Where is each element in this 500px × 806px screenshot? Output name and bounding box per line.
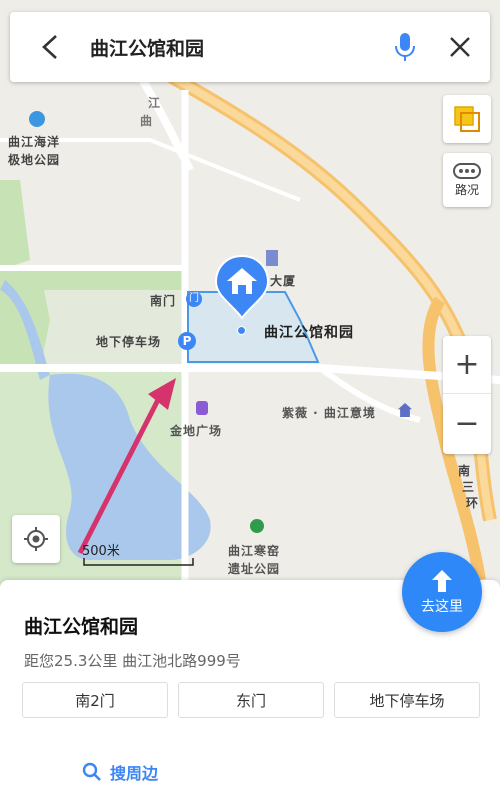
- layers-icon: [454, 106, 480, 132]
- tree-icon: [250, 519, 264, 533]
- close-button[interactable]: [430, 12, 490, 82]
- zoom-out-button[interactable]: −: [443, 394, 491, 452]
- locate-icon: [24, 527, 48, 551]
- gate-icon[interactable]: 门: [186, 291, 202, 307]
- zoom-in-button[interactable]: +: [443, 336, 491, 394]
- label-ziwei: 紫薇 · 曲江意境: [282, 406, 376, 420]
- search-icon: [82, 762, 101, 781]
- label-place: 曲江公馆和园: [264, 325, 354, 341]
- dolphin-icon: [29, 111, 45, 127]
- traffic-icon: [453, 162, 481, 179]
- microphone-icon: [395, 33, 415, 61]
- place-distance-address: 距您25.3公里 曲江池北路999号: [24, 652, 241, 670]
- label-nanmen: 南门: [150, 294, 177, 308]
- label-ring-c: 环: [466, 496, 480, 510]
- close-icon: [450, 37, 470, 57]
- go-here-button[interactable]: 去这里: [402, 552, 482, 632]
- label-yizhi: 遗址公园: [228, 562, 281, 576]
- place-name: 曲江公馆和园: [24, 616, 139, 638]
- shopping-icon: [196, 401, 208, 415]
- label-dasha: 大厦: [270, 274, 297, 288]
- label-jindi: 金地广场: [170, 424, 223, 438]
- zoom-controls: + −: [443, 336, 491, 454]
- label-jidi: 极地公园: [8, 153, 61, 167]
- go-here-label: 去这里: [421, 598, 463, 615]
- voice-button[interactable]: [380, 12, 430, 82]
- entry-button-parking[interactable]: 地下停车场: [334, 682, 480, 718]
- search-query[interactable]: 曲江公馆和园: [90, 34, 380, 61]
- location-pin-icon: [214, 254, 270, 320]
- traffic-button[interactable]: 路况: [443, 153, 491, 207]
- label-ring-a: 南: [458, 464, 472, 478]
- place-center-dot: [237, 326, 246, 335]
- back-arrow-icon: [42, 35, 57, 59]
- label-road-b: 江: [148, 96, 162, 110]
- scale-label: 500米: [82, 544, 120, 559]
- label-parking: 地下停车场: [96, 335, 162, 349]
- locate-button[interactable]: [12, 515, 60, 563]
- label-hanyao: 曲江寒窑: [228, 544, 281, 558]
- park-strip: [40, 270, 185, 290]
- label-haiyang: 曲江海洋: [8, 135, 61, 149]
- parking-icon[interactable]: P: [178, 332, 196, 350]
- label-ring-b: 三: [462, 480, 476, 494]
- search-nearby-button[interactable]: 搜周边: [82, 760, 158, 784]
- layers-button[interactable]: [443, 95, 491, 143]
- route-arrow-icon: [432, 569, 452, 592]
- place-marker[interactable]: [214, 254, 270, 320]
- back-button[interactable]: [10, 12, 90, 82]
- traffic-label: 路况: [454, 182, 479, 197]
- entry-button-south2[interactable]: 南2门: [22, 682, 168, 718]
- label-road-a: 曲: [140, 114, 154, 128]
- search-nearby-label: 搜周边: [110, 764, 159, 783]
- entry-button-east[interactable]: 东门: [178, 682, 324, 718]
- search-bar: 曲江公馆和园: [10, 12, 490, 82]
